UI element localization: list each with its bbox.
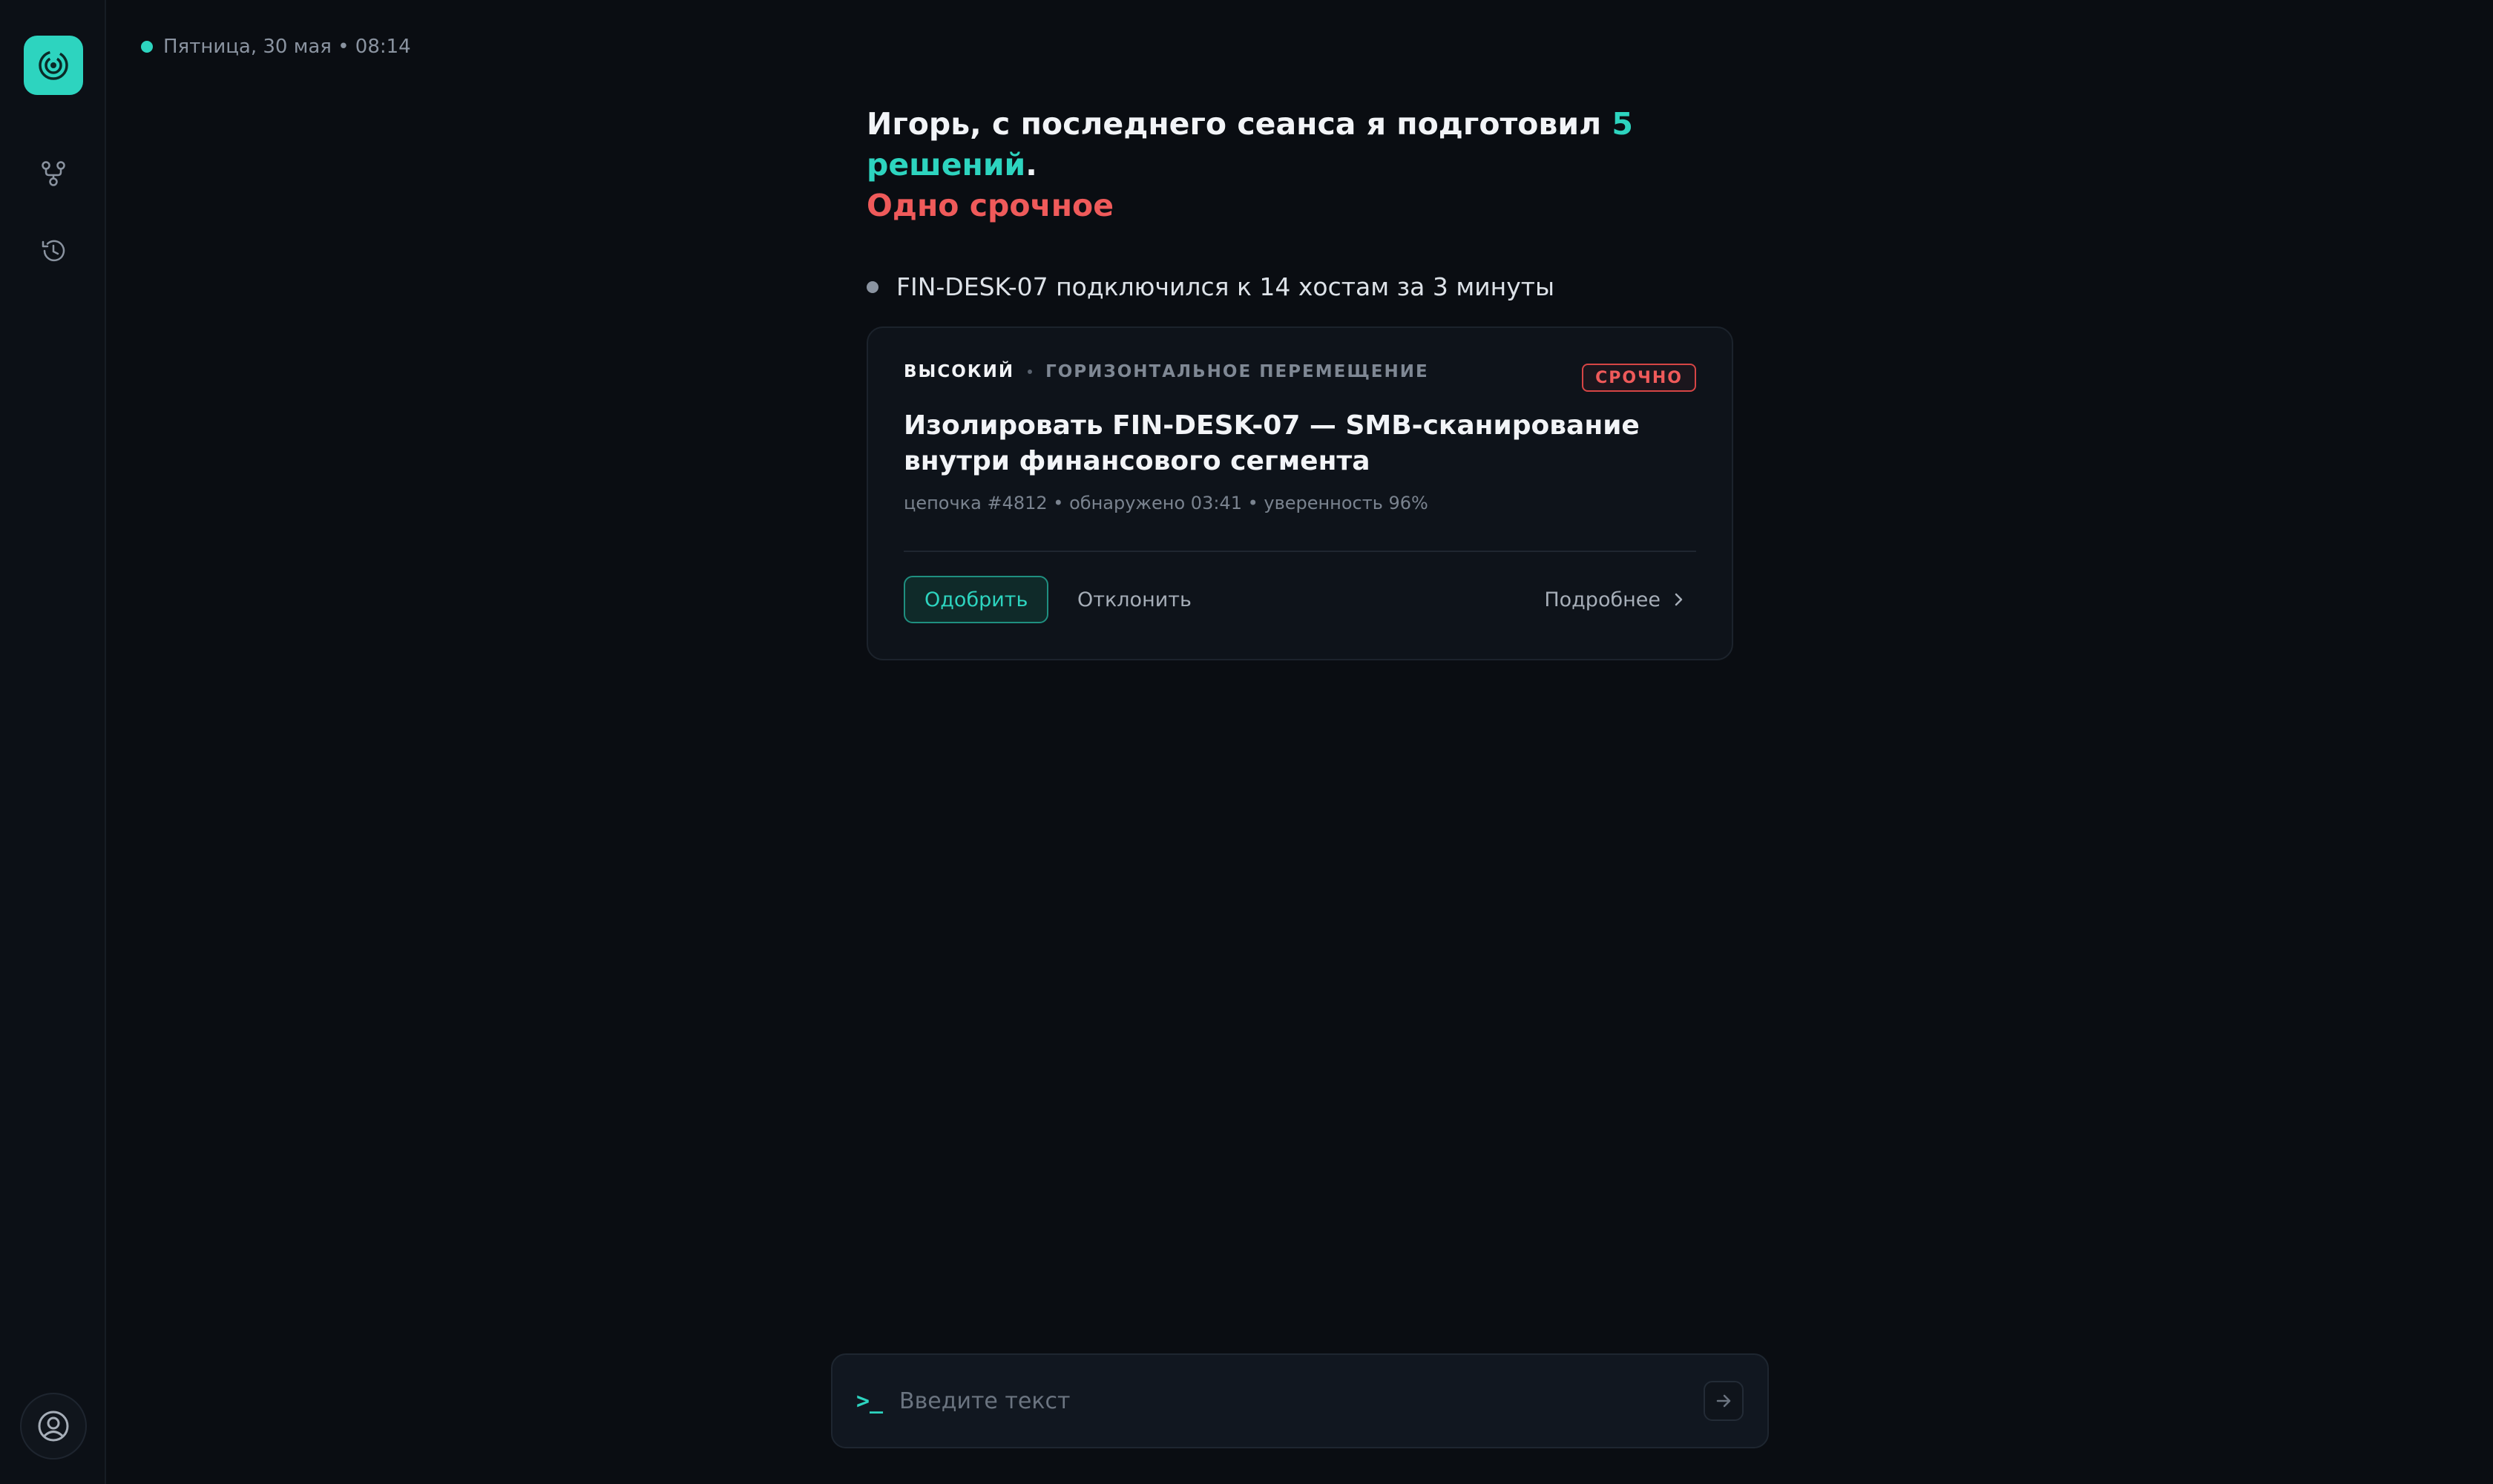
user-icon <box>38 1411 69 1442</box>
status-dot <box>141 41 153 53</box>
sidebar-item-history[interactable] <box>30 227 77 275</box>
reject-button[interactable]: Отклонить <box>1067 576 1202 623</box>
card-meta: ВЫСОКИЙ ГОРИЗОНТАЛЬНОЕ ПЕРЕМЕЩЕНИЕ <box>904 362 1696 381</box>
event-item: FIN-DESK-07 подключился к 14 хостам за 3… <box>867 272 1733 301</box>
command-input[interactable] <box>898 1387 1704 1415</box>
app-logo[interactable] <box>24 36 83 95</box>
greeting-prefix: Игорь, с последнего сеанса я подготовил <box>867 106 1612 142</box>
sidebar-item-graph[interactable] <box>30 150 77 197</box>
details-button[interactable]: Подробнее <box>1544 576 1684 623</box>
card-divider <box>904 551 1696 552</box>
arrow-right-icon <box>1716 1394 1731 1408</box>
user-avatar-button[interactable] <box>20 1393 87 1460</box>
meta-separator <box>1028 370 1033 374</box>
main-feed: Игорь, с последнего сеанса я подготовил … <box>867 104 1733 660</box>
command-input-bar: >_ <box>831 1353 1769 1448</box>
terminal-prompt-icon: >_ <box>856 1388 884 1414</box>
urgent-count-text: Одно срочное <box>867 188 1114 223</box>
radar-icon <box>39 50 68 80</box>
greeting-headline: Игорь, с последнего сеанса я подготовил … <box>867 104 1733 226</box>
urgent-badge: СРОЧНО <box>1582 364 1696 392</box>
severity-label: ВЫСОКИЙ <box>904 362 1015 381</box>
card-subtitle: цепочка #4812 • обнаружено 03:41 • увере… <box>904 493 1428 513</box>
history-icon <box>42 240 65 262</box>
event-bullet <box>867 280 878 293</box>
send-button[interactable] <box>1704 1381 1744 1421</box>
category-label: ГОРИЗОНТАЛЬНОЕ ПЕРЕМЕЩЕНИЕ <box>1045 362 1429 381</box>
details-label: Подробнее <box>1544 588 1661 611</box>
card-title: Изолировать FIN-DESK-07 — SMB-сканирован… <box>904 410 1640 476</box>
date-text: Пятница, 30 мая • 08:14 <box>163 36 411 58</box>
event-text: FIN-DESK-07 подключился к 14 хостам за 3… <box>896 272 1555 301</box>
approve-button[interactable]: Одобрить <box>904 576 1049 623</box>
greeting-suffix: . <box>1025 147 1037 183</box>
date-header: Пятница, 30 мая • 08:14 <box>141 36 411 58</box>
sidebar <box>0 0 106 1484</box>
chevron-right-icon <box>1675 593 1683 606</box>
decision-card: ВЫСОКИЙ ГОРИЗОНТАЛЬНОЕ ПЕРЕМЕЩЕНИЕ СРОЧН… <box>867 326 1733 660</box>
graph-icon <box>42 161 65 186</box>
